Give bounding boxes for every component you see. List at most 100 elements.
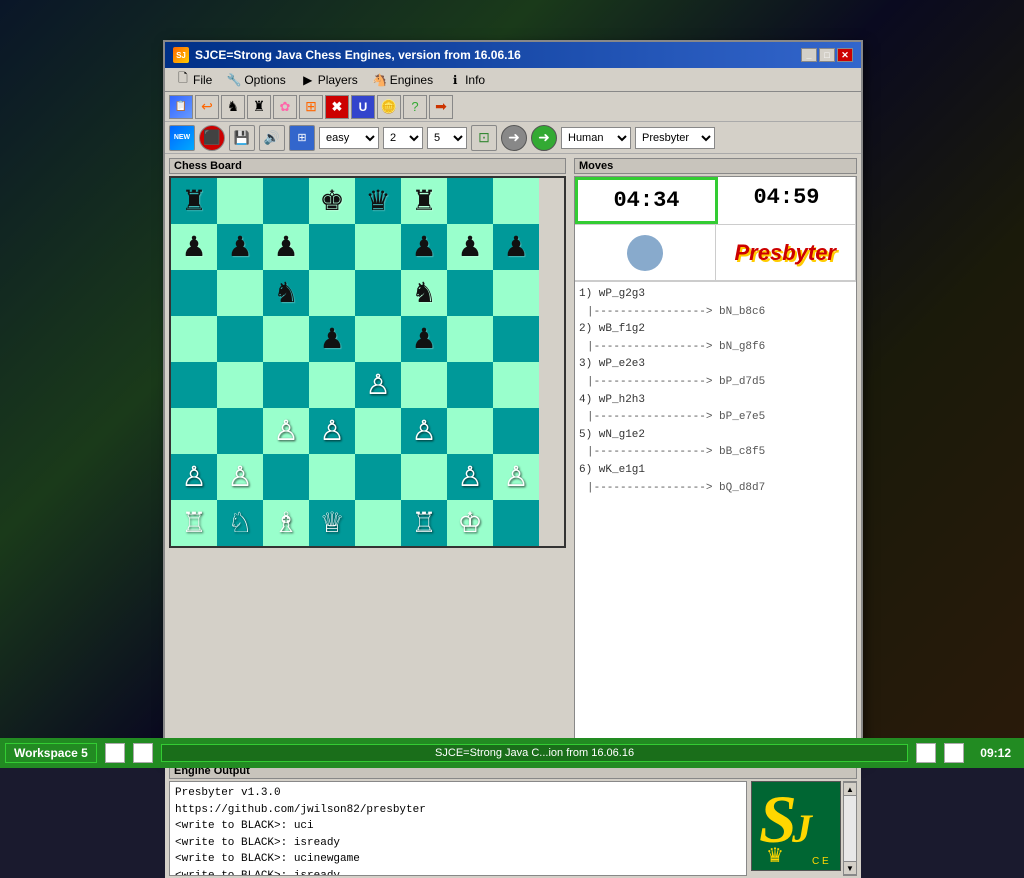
piece-bK-0-3[interactable]: ♚	[319, 187, 344, 215]
board-cell-0-2[interactable]	[263, 178, 309, 224]
workspace-label[interactable]: Workspace 5	[5, 743, 97, 763]
go-arrow[interactable]: ➜	[531, 125, 557, 151]
board-cell-4-5[interactable]	[401, 362, 447, 408]
board-cell-6-5[interactable]	[401, 454, 447, 500]
board-cell-7-0[interactable]: ♖	[171, 500, 217, 546]
coins-button[interactable]: 🪙	[377, 95, 401, 119]
board-cell-2-2[interactable]: ♞	[263, 270, 309, 316]
board-cell-0-1[interactable]	[217, 178, 263, 224]
board-cell-0-5[interactable]: ♜	[401, 178, 447, 224]
chess-board[interactable]: ♜♚♛♜♟♟♟♟♟♟♞♞♟♟♙♙♙♙♙♙♙♙♖♘♗♕♖♔	[169, 176, 566, 548]
scroll-down-arrow[interactable]: ▼	[843, 861, 857, 875]
board-cell-0-3[interactable]: ♚	[309, 178, 355, 224]
board-cell-1-3[interactable]	[309, 224, 355, 270]
board-cell-3-4[interactable]	[355, 316, 401, 362]
board-cell-5-1[interactable]	[217, 408, 263, 454]
engine-scrollbar[interactable]: ▲ ▼	[843, 781, 857, 876]
workspace-indicator-4[interactable]	[944, 743, 964, 763]
piece-bQ-0-4[interactable]: ♛	[365, 187, 390, 215]
board-cell-2-7[interactable]	[493, 270, 539, 316]
player2-select[interactable]: Presbyter Human Computer	[635, 127, 715, 149]
board-cell-6-7[interactable]: ♙	[493, 454, 539, 500]
piece-bP-3-3[interactable]: ♟	[319, 325, 344, 353]
board-cell-6-6[interactable]: ♙	[447, 454, 493, 500]
workspace-indicator-2[interactable]	[133, 743, 153, 763]
board-cell-7-2[interactable]: ♗	[263, 500, 309, 546]
board-cell-1-4[interactable]	[355, 224, 401, 270]
board-button[interactable]: ⊞	[289, 125, 315, 151]
board-cell-7-6[interactable]: ♔	[447, 500, 493, 546]
board-cell-6-2[interactable]	[263, 454, 309, 500]
piece-bP-1-7[interactable]: ♟	[503, 233, 528, 261]
board-cell-7-5[interactable]: ♖	[401, 500, 447, 546]
board-cell-2-3[interactable]	[309, 270, 355, 316]
taskbar-app-label[interactable]: SJCE=Strong Java C...ion from 16.06.16	[161, 744, 908, 762]
board-cell-5-2[interactable]: ♙	[263, 408, 309, 454]
board-cell-1-1[interactable]: ♟	[217, 224, 263, 270]
piece-wP-6-7[interactable]: ♙	[503, 463, 528, 491]
board-cell-6-0[interactable]: ♙	[171, 454, 217, 500]
board-cell-0-4[interactable]: ♛	[355, 178, 401, 224]
board-cell-4-4[interactable]: ♙	[355, 362, 401, 408]
board-cell-3-3[interactable]: ♟	[309, 316, 355, 362]
board-cell-6-3[interactable]	[309, 454, 355, 500]
difficulty-select[interactable]: easy medium hard	[319, 127, 379, 149]
sound-button[interactable]: 🔊	[259, 125, 285, 151]
board-cell-5-5[interactable]: ♙	[401, 408, 447, 454]
menu-engines[interactable]: 🐴 Engines	[366, 70, 439, 90]
piece-wP-5-2[interactable]: ♙	[273, 417, 298, 445]
board-cell-3-7[interactable]	[493, 316, 539, 362]
save-button[interactable]: 💾	[229, 125, 255, 151]
board-cell-2-6[interactable]	[447, 270, 493, 316]
board-cell-5-7[interactable]	[493, 408, 539, 454]
board-cell-2-4[interactable]	[355, 270, 401, 316]
board-cell-0-6[interactable]	[447, 178, 493, 224]
piece-wR-7-0[interactable]: ♖	[181, 509, 206, 537]
load-button[interactable]: 📋	[169, 95, 193, 119]
piece-wP-6-6[interactable]: ♙	[457, 463, 482, 491]
piece-bP-3-5[interactable]: ♟	[411, 325, 436, 353]
rook-button[interactable]: ♜	[247, 95, 271, 119]
piece-bR-0-0[interactable]: ♜	[181, 187, 206, 215]
board-cell-3-6[interactable]	[447, 316, 493, 362]
board-cell-3-1[interactable]	[217, 316, 263, 362]
board-cell-7-1[interactable]: ♘	[217, 500, 263, 546]
close-button[interactable]: ✕	[837, 48, 853, 62]
board-cell-3-0[interactable]	[171, 316, 217, 362]
board-cell-7-7[interactable]	[493, 500, 539, 546]
scroll-up-arrow[interactable]: ▲	[843, 782, 857, 796]
player1-select[interactable]: Human Computer	[561, 127, 631, 149]
board-cell-5-0[interactable]	[171, 408, 217, 454]
board-cell-3-5[interactable]: ♟	[401, 316, 447, 362]
board-cell-5-6[interactable]	[447, 408, 493, 454]
board-cell-6-1[interactable]: ♙	[217, 454, 263, 500]
board-cell-7-3[interactable]: ♕	[309, 500, 355, 546]
board-cell-5-3[interactable]: ♙	[309, 408, 355, 454]
piece-bN-2-2[interactable]: ♞	[273, 279, 298, 307]
board-cell-2-5[interactable]: ♞	[401, 270, 447, 316]
back-button[interactable]: ↩	[195, 95, 219, 119]
board-cell-2-1[interactable]	[217, 270, 263, 316]
board-cell-4-0[interactable]	[171, 362, 217, 408]
board-cell-4-7[interactable]	[493, 362, 539, 408]
menu-options[interactable]: 🔧 Options	[220, 70, 291, 90]
board-cell-7-4[interactable]	[355, 500, 401, 546]
piece-wP-5-3[interactable]: ♙	[319, 417, 344, 445]
piece-wB-7-2[interactable]: ♗	[273, 509, 298, 537]
knight-button[interactable]: ♞	[221, 95, 245, 119]
workspace-indicator-3[interactable]	[916, 743, 936, 763]
board-cell-1-7[interactable]: ♟	[493, 224, 539, 270]
menu-file[interactable]: 🗋 File	[169, 70, 218, 90]
board-cell-6-4[interactable]	[355, 454, 401, 500]
depth-select[interactable]: 1 2 3 4 5	[383, 127, 423, 149]
board-cell-0-7[interactable]	[493, 178, 539, 224]
menu-info[interactable]: ℹ Info	[441, 70, 491, 90]
piece-wR-7-5[interactable]: ♖	[411, 509, 436, 537]
piece-bP-1-5[interactable]: ♟	[411, 233, 436, 261]
board-cell-4-1[interactable]	[217, 362, 263, 408]
board-cell-0-0[interactable]: ♜	[171, 178, 217, 224]
board-view-button[interactable]: ⊡	[471, 125, 497, 151]
piece-bR-0-5[interactable]: ♜	[411, 187, 436, 215]
maximize-button[interactable]: □	[819, 48, 835, 62]
piece-bP-1-1[interactable]: ♟	[227, 233, 252, 261]
